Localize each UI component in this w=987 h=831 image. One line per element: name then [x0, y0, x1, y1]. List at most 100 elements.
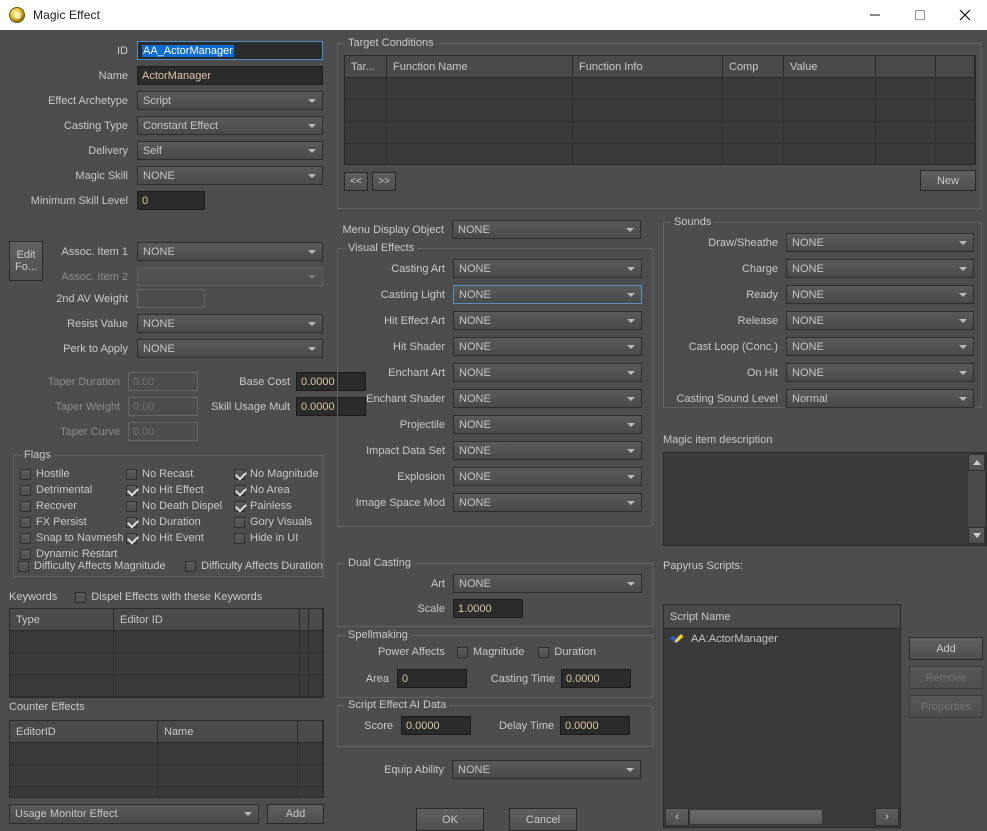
- tc-col-function-name[interactable]: Function Name: [387, 56, 573, 77]
- counter-effect-selector[interactable]: Usage Monitor Effect: [9, 804, 259, 824]
- cancel-button[interactable]: Cancel: [509, 808, 577, 831]
- flag-snap-to-navmesh[interactable]: Snap to Navmesh: [20, 532, 123, 544]
- list-item[interactable]: AA:ActorManager: [664, 629, 900, 649]
- close-button[interactable]: [942, 0, 987, 30]
- counter-effects-col-editorid[interactable]: EditorID: [10, 721, 158, 742]
- flag-difficulty-affects-magnitude[interactable]: Difficulty Affects Magnitude: [18, 560, 179, 572]
- flag-hostile[interactable]: Hostile: [20, 468, 123, 480]
- taper-weight-input[interactable]: 0.00: [128, 397, 198, 416]
- scroll-down-button[interactable]: [968, 527, 985, 544]
- prev-conditions-button[interactable]: <<: [344, 172, 368, 191]
- hit-shader-combo[interactable]: NONE: [453, 337, 642, 356]
- taper-curve-input[interactable]: 0.00: [128, 422, 198, 441]
- score-input[interactable]: 0.0000: [401, 716, 471, 735]
- assoc-item-2-combo[interactable]: [137, 267, 323, 286]
- casting-light-combo[interactable]: NONE: [453, 285, 642, 304]
- area-input[interactable]: 0: [397, 669, 467, 688]
- on-hit-combo[interactable]: NONE: [786, 363, 974, 382]
- flag-fx-persist[interactable]: FX Persist: [20, 516, 123, 528]
- table-row[interactable]: [10, 675, 323, 697]
- id-input[interactable]: AA_ActorManager: [137, 41, 323, 60]
- keywords-col-type[interactable]: Type: [10, 609, 114, 630]
- equip-ability-combo[interactable]: NONE: [452, 760, 641, 779]
- counter-effects-table[interactable]: EditorID Name: [9, 720, 324, 798]
- flag-painless[interactable]: Painless: [234, 500, 319, 512]
- papyrus-hscrollbar[interactable]: ‹ ›: [665, 808, 899, 826]
- dispel-effects-checkbox[interactable]: Dispel Effects with these Keywords: [75, 591, 270, 603]
- hit-effect-art-combo[interactable]: NONE: [453, 311, 642, 330]
- explosion-combo[interactable]: NONE: [453, 467, 642, 486]
- table-row[interactable]: [10, 631, 323, 653]
- tc-col-target[interactable]: Tar...: [345, 56, 387, 77]
- papyrus-remove-button[interactable]: Remove: [909, 666, 983, 689]
- resist-value-combo[interactable]: NONE: [137, 314, 323, 333]
- dual-casting-scale-input[interactable]: 1.0000: [453, 599, 523, 618]
- effect-archetype-combo[interactable]: Script: [137, 91, 323, 110]
- menu-display-object-combo[interactable]: NONE: [452, 220, 641, 239]
- maximize-button[interactable]: [897, 0, 942, 30]
- counter-effect-add-button[interactable]: Add: [267, 804, 324, 824]
- ok-button[interactable]: OK: [416, 808, 484, 831]
- min-skill-level-input[interactable]: 0: [137, 191, 205, 210]
- papyrus-col-script-name[interactable]: Script Name: [664, 605, 900, 628]
- projectile-combo[interactable]: NONE: [453, 415, 642, 434]
- draw-sheathe-combo[interactable]: NONE: [786, 233, 974, 252]
- hscroll-thumb[interactable]: [689, 809, 823, 825]
- taper-duration-input[interactable]: 0.00: [128, 372, 198, 391]
- table-row[interactable]: [10, 653, 323, 675]
- casting-sound-level-combo[interactable]: Normal: [786, 389, 974, 408]
- flag-no-area[interactable]: No Area: [234, 484, 319, 496]
- counter-effects-col-name[interactable]: Name: [158, 721, 298, 742]
- flag-detrimental[interactable]: Detrimental: [20, 484, 123, 496]
- enchant-art-combo[interactable]: NONE: [453, 363, 642, 382]
- dual-casting-art-combo[interactable]: NONE: [453, 574, 642, 593]
- name-input[interactable]: ActorManager: [137, 66, 323, 85]
- hscroll-track[interactable]: [689, 808, 875, 826]
- flag-recover[interactable]: Recover: [20, 500, 123, 512]
- casting-type-combo[interactable]: Constant Effect: [137, 116, 323, 135]
- magic-item-description-textarea[interactable]: [663, 452, 987, 546]
- table-row[interactable]: [10, 787, 323, 797]
- impact-data-set-combo[interactable]: NONE: [453, 441, 642, 460]
- flag-no-hit-effect[interactable]: No Hit Effect: [126, 484, 222, 496]
- assoc-item-1-combo[interactable]: NONE: [137, 242, 323, 261]
- scroll-left-button[interactable]: ‹: [665, 808, 689, 826]
- casting-art-combo[interactable]: NONE: [453, 259, 642, 278]
- release-combo[interactable]: NONE: [786, 311, 974, 330]
- minimize-button[interactable]: [852, 0, 897, 30]
- cast-loop-combo[interactable]: NONE: [786, 337, 974, 356]
- enchant-shader-combo[interactable]: NONE: [453, 389, 642, 408]
- image-space-mod-combo[interactable]: NONE: [453, 493, 642, 512]
- papyrus-add-button[interactable]: Add: [909, 637, 983, 660]
- table-row[interactable]: [10, 743, 323, 765]
- scroll-up-button[interactable]: [968, 454, 985, 471]
- flag-no-magnitude[interactable]: No Magnitude: [234, 468, 319, 480]
- flag-no-hit-event[interactable]: No Hit Event: [126, 532, 222, 544]
- charge-combo[interactable]: NONE: [786, 259, 974, 278]
- scroll-right-button[interactable]: ›: [875, 808, 899, 826]
- keywords-table[interactable]: Type Editor ID: [9, 608, 324, 698]
- flag-dynamic-restart[interactable]: Dynamic Restart: [20, 548, 123, 560]
- delay-time-input[interactable]: 0.0000: [560, 716, 630, 735]
- magic-skill-combo[interactable]: NONE: [137, 166, 323, 185]
- flag-no-death-dispel[interactable]: No Death Dispel: [126, 500, 222, 512]
- papyrus-properties-button[interactable]: Properties: [909, 695, 983, 718]
- perk-to-apply-combo[interactable]: NONE: [137, 339, 323, 358]
- papyrus-scripts-list[interactable]: Script Name AA:ActorManager ‹ ›: [663, 604, 901, 828]
- flag-hide-in-ui[interactable]: Hide in UI: [234, 532, 319, 544]
- power-affects-magnitude-checkbox[interactable]: Magnitude: [457, 646, 524, 658]
- second-av-weight-input[interactable]: [137, 289, 205, 308]
- flag-gory-visuals[interactable]: Gory Visuals: [234, 516, 319, 528]
- power-affects-duration-checkbox[interactable]: Duration: [538, 646, 596, 658]
- casting-time-input[interactable]: 0.0000: [561, 669, 631, 688]
- flag-no-duration[interactable]: No Duration: [126, 516, 222, 528]
- keywords-col-editor-id[interactable]: Editor ID: [114, 609, 300, 630]
- description-scrollbar[interactable]: [968, 454, 985, 544]
- flag-difficulty-affects-duration[interactable]: Difficulty Affects Duration: [185, 560, 323, 572]
- next-conditions-button[interactable]: >>: [372, 172, 396, 191]
- ready-combo[interactable]: NONE: [786, 285, 974, 304]
- table-row[interactable]: [10, 765, 323, 787]
- delivery-combo[interactable]: Self: [137, 141, 323, 160]
- flag-no-recast[interactable]: No Recast: [126, 468, 222, 480]
- scrollbar-track[interactable]: [968, 471, 985, 527]
